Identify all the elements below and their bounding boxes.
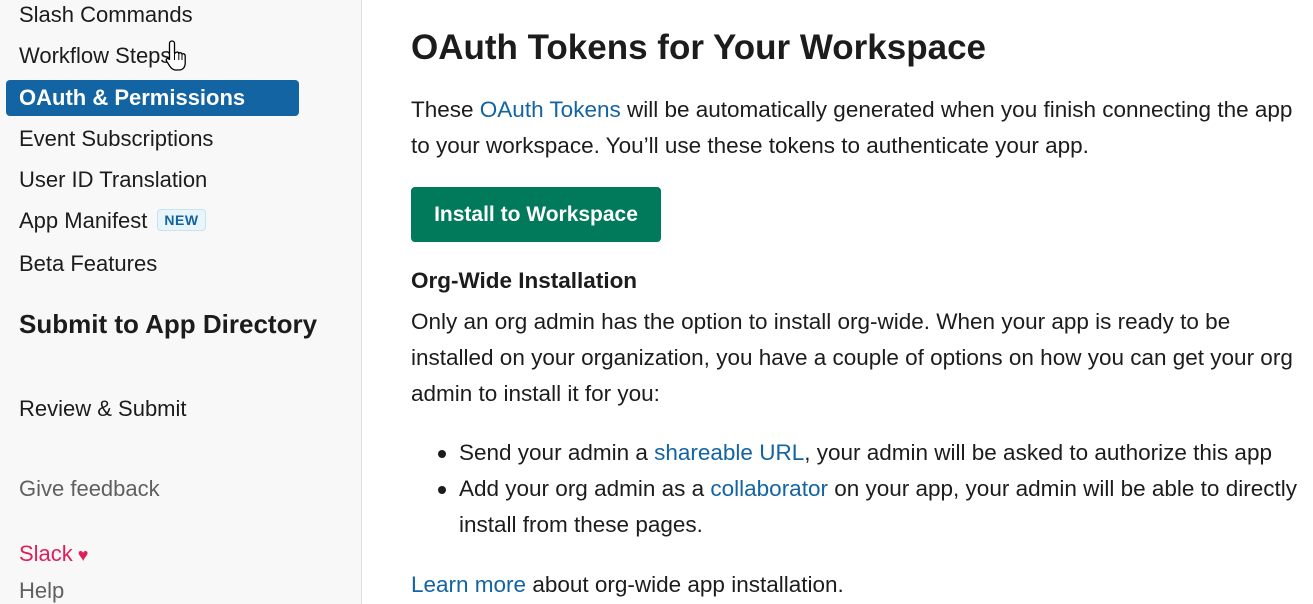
intro-paragraph: These OAuth Tokens will be automatically… bbox=[411, 92, 1306, 164]
sidebar-item-workflow-steps[interactable]: Workflow Steps bbox=[6, 38, 299, 74]
page-title: OAuth Tokens for Your Workspace bbox=[411, 28, 987, 67]
sidebar-item-slash-commands[interactable]: Slash Commands bbox=[6, 0, 299, 33]
sidebar-item-label: User ID Translation bbox=[19, 167, 208, 192]
list-item: Add your org admin as a collaborator on … bbox=[411, 471, 1306, 543]
learn-more-text: about org-wide app installation. bbox=[526, 572, 844, 597]
intro-text-start: These bbox=[411, 97, 480, 122]
collaborator-link[interactable]: collaborator bbox=[710, 476, 828, 501]
sidebar-item-label: Review & Submit bbox=[19, 396, 187, 421]
org-install-options-list: Send your admin a shareable URL, your ad… bbox=[411, 435, 1306, 543]
sidebar-item-label: Event Subscriptions bbox=[19, 126, 214, 151]
learn-more-link[interactable]: Learn more bbox=[411, 572, 526, 597]
bullet-text-start: Send your admin a bbox=[459, 440, 655, 465]
oauth-tokens-link[interactable]: OAuth Tokens bbox=[480, 97, 621, 122]
sidebar: Slash Commands Workflow Steps OAuth & Pe… bbox=[0, 0, 362, 604]
install-to-workspace-button[interactable]: Install to Workspace bbox=[411, 187, 661, 242]
help-link[interactable]: Help bbox=[19, 578, 64, 604]
org-wide-paragraph: Only an org admin has the option to inst… bbox=[411, 309, 1293, 406]
org-wide-heading: Org-Wide Installation bbox=[411, 268, 638, 293]
give-feedback-link[interactable]: Give feedback bbox=[19, 476, 160, 502]
new-badge: NEW bbox=[157, 209, 206, 232]
sidebar-item-user-id-translation[interactable]: User ID Translation bbox=[6, 162, 299, 198]
brand-label: Slack bbox=[19, 541, 73, 566]
sidebar-item-beta-features[interactable]: Beta Features bbox=[6, 246, 299, 282]
sidebar-item-label: Slash Commands bbox=[19, 2, 193, 27]
sidebar-item-label: Workflow Steps bbox=[19, 43, 172, 68]
sidebar-item-review-submit[interactable]: Review & Submit bbox=[6, 391, 299, 427]
bullet-text-end: , your admin will be asked to authorize … bbox=[804, 440, 1272, 465]
hand-pointer-cursor-icon bbox=[165, 40, 186, 71]
sidebar-item-label: Beta Features bbox=[19, 251, 158, 276]
shareable-url-link[interactable]: shareable URL bbox=[654, 440, 804, 465]
sidebar-item-oauth-permissions[interactable]: OAuth & Permissions bbox=[6, 80, 299, 116]
sidebar-item-app-manifest[interactable]: App Manifest NEW bbox=[6, 203, 299, 239]
list-item: Send your admin a shareable URL, your ad… bbox=[411, 435, 1306, 471]
slack-brand: Slack ♥ bbox=[19, 541, 88, 567]
sidebar-item-label: App Manifest bbox=[19, 208, 148, 233]
heart-icon: ♥ bbox=[77, 545, 89, 565]
sidebar-section-heading: Submit to App Directory bbox=[19, 309, 318, 339]
bullet-text-start: Add your org admin as a bbox=[459, 476, 711, 501]
sidebar-item-event-subscriptions[interactable]: Event Subscriptions bbox=[6, 121, 299, 157]
sidebar-item-label: OAuth & Permissions bbox=[19, 85, 246, 110]
learn-more-paragraph: Learn more about org-wide app installati… bbox=[411, 567, 1306, 603]
